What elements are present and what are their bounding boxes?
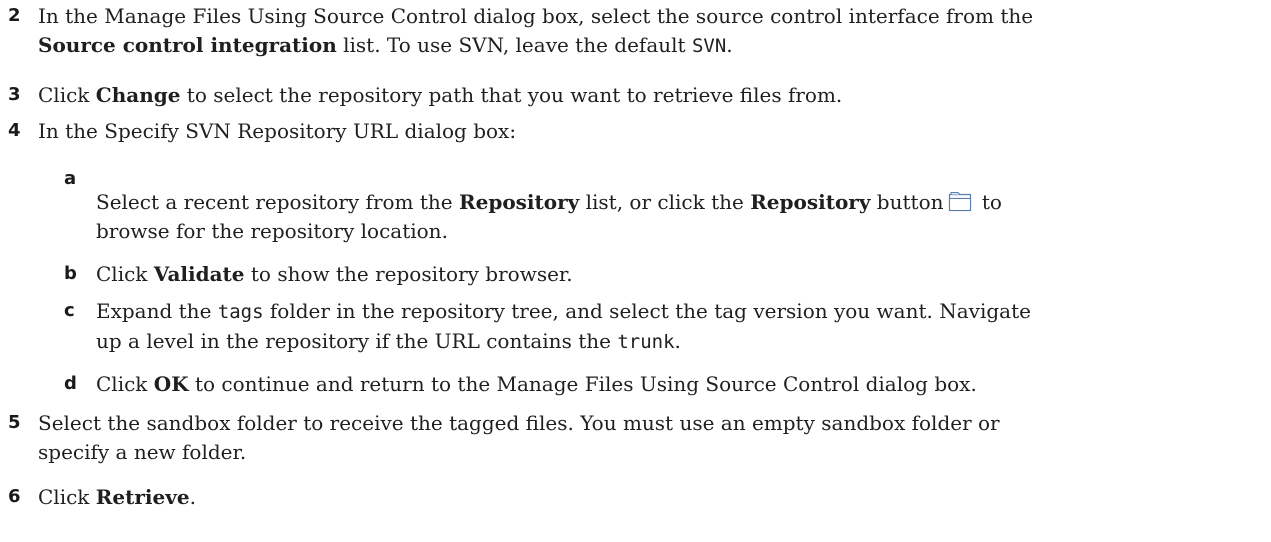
substep-text: Click OK to continue and return to the M… (96, 370, 1259, 399)
step-text: Click Change to select the repository pa… (38, 81, 1259, 110)
step-line-2: specify a new folder. (38, 440, 247, 464)
text-span: to select the repository path that you w… (180, 83, 843, 107)
text-span: list, or click the (579, 190, 751, 214)
text-span: folder in the repository tree, and selec… (263, 299, 1031, 323)
bold-term: Validate (153, 262, 245, 286)
step-number: 2 (8, 5, 21, 26)
text-span: to (975, 190, 1002, 214)
code-term: SVN (691, 35, 727, 57)
step-line-1: Select the sandbox folder to receive the… (38, 411, 1000, 435)
step-number: 4 (8, 120, 21, 141)
text-span: Select a recent repository from the (96, 190, 459, 214)
substep-line-1: Expand the tags folder in the repository… (96, 297, 1259, 327)
substep-letter: d (64, 373, 77, 394)
code-term: trunk (617, 331, 675, 353)
text-span: list. To use SVN, leave the default (336, 33, 692, 57)
substep-text: Expand the tags folder in the repository… (96, 297, 1259, 357)
text-span: . (726, 33, 733, 57)
code-term: tags (217, 301, 264, 323)
text-span: button (870, 190, 944, 214)
step-line-2: Source control integration list. To use … (38, 31, 1259, 61)
bold-term: OK (153, 372, 189, 396)
step-text: In the Specify SVN Repository URL dialog… (38, 119, 517, 143)
text-span: . (189, 485, 196, 509)
substep-text: Click Validate to show the repository br… (96, 260, 1259, 289)
text-span: Click (96, 262, 154, 286)
step-text: In the Manage Files Using Source Control… (38, 2, 1259, 61)
text-span: Click (38, 83, 96, 107)
text-span: to show the repository browser. (244, 262, 573, 286)
text-span: Click (96, 372, 154, 396)
bold-term: Repository (459, 190, 580, 214)
folder-icon (948, 191, 972, 212)
text-span: up a level in the repository if the URL … (96, 329, 618, 353)
text-span: Click (38, 485, 96, 509)
substep-letter: b (64, 263, 77, 284)
substep-letter: c (64, 300, 75, 321)
substep-line-1: Select a recent repository from the Repo… (96, 188, 1259, 217)
text-span: Expand the (96, 299, 218, 323)
bold-term: Change (95, 83, 181, 107)
substep-letter: a (64, 168, 77, 189)
step-text: Select the sandbox folder to receive the… (38, 409, 1259, 467)
bold-term: Repository (750, 190, 871, 214)
bold-term: Retrieve (95, 485, 190, 509)
step-number: 3 (8, 84, 21, 105)
step-number: 6 (8, 486, 21, 507)
step-number: 5 (8, 412, 21, 433)
step-line-1: In the Manage Files Using Source Control… (38, 4, 1034, 28)
text-span: to continue and return to the Manage Fil… (188, 372, 977, 396)
step-text: Click Retrieve. (38, 483, 1259, 512)
substep-line-2: browse for the repository location. (96, 219, 448, 243)
text-span: . (674, 329, 681, 353)
substep-text: Select a recent repository from the Repo… (96, 188, 1259, 246)
bold-term: Source control integration (38, 33, 337, 57)
substep-line-2: up a level in the repository if the URL … (96, 327, 1259, 357)
